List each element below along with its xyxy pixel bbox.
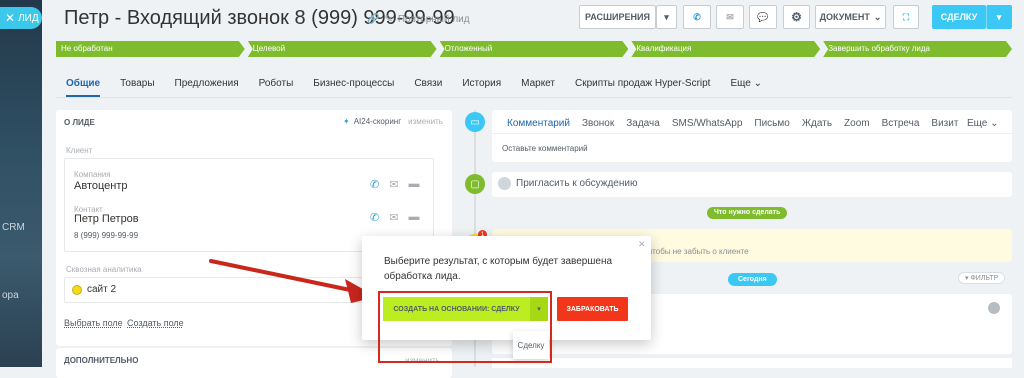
sparkle-icon: ✦	[343, 117, 350, 126]
select-field-link[interactable]: Выбрать поле	[64, 318, 123, 328]
chat-icon[interactable]: ▬	[408, 178, 419, 191]
tab-history[interactable]: История	[462, 78, 501, 89]
stage-item[interactable]: Не обработан	[56, 41, 245, 57]
editor-tab-more[interactable]: Еще ⌄	[967, 118, 999, 129]
analytics-value: сайт 2	[87, 284, 117, 295]
phone-icon[interactable]: ✆	[683, 5, 711, 29]
filter-label: ФИЛЬТР	[970, 275, 999, 282]
sidebar-partial-label[interactable]: ора	[2, 290, 19, 301]
today-badge: Сегодня	[728, 273, 777, 286]
app-sidebar	[0, 0, 42, 367]
tab-robots[interactable]: Роботы	[259, 78, 294, 89]
chevron-down-icon: ⌄	[990, 118, 999, 129]
scoring-block: ✦ AI24-скоринг изменить	[343, 117, 443, 126]
comment-input[interactable]: Оставьте комментарий	[502, 144, 588, 153]
contact-phone[interactable]: 8 (999) 999-99-99	[74, 231, 138, 240]
todo-text: чтобы не забыть о клиенте	[648, 247, 749, 256]
tab-general[interactable]: Общие	[66, 78, 101, 97]
lead-tab-label: ЛИД	[18, 12, 39, 24]
activity-item	[492, 357, 1012, 368]
comment-icon: ▭	[465, 112, 485, 132]
filter-icon: ▾	[965, 275, 969, 282]
create-deal-button[interactable]: СДЕЛКУ	[932, 5, 986, 29]
close-icon[interactable]: ✕	[5, 11, 15, 25]
gear-icon[interactable]: ⚙	[783, 5, 810, 29]
scoring-label[interactable]: AI24-скоринг	[354, 117, 401, 126]
chat-icon[interactable]: ▬	[408, 211, 419, 224]
lead-slider-tab[interactable]: ✕ ЛИД	[0, 7, 42, 29]
tab-offers[interactable]: Предложения	[175, 78, 239, 89]
tab-more-label: Еще	[730, 78, 751, 89]
edit-link[interactable]: изменить	[408, 117, 443, 126]
company-label: Компания	[74, 170, 111, 179]
extensions-button[interactable]: РАСШИРЕНИЯ	[579, 5, 656, 29]
main-tabs: Общие Товары Предложения Роботы Бизнес-п…	[66, 78, 762, 97]
title-tools: 🔗 ✎ Повторный лид	[367, 14, 470, 25]
document-button[interactable]: ДОКУМЕНТ ⌄	[815, 5, 886, 29]
chevron-down-icon: ⌄	[873, 11, 882, 22]
company-value[interactable]: Автоцентр	[74, 180, 128, 192]
client-label: Клиент	[66, 146, 93, 155]
analytics-label: Сквозная аналитика	[66, 265, 142, 274]
editor-tab-email[interactable]: Письмо	[754, 118, 789, 129]
tab-business-processes[interactable]: Бизнес-процессы	[313, 78, 394, 89]
editor-divider	[492, 133, 1012, 134]
editor-tab-comment[interactable]: Комментарий	[507, 118, 570, 129]
link-icon[interactable]: 🔗	[367, 14, 379, 25]
stage-item[interactable]: Квалификация	[631, 41, 820, 57]
chat-icon: ▢	[465, 174, 485, 194]
user-add-icon	[498, 177, 511, 190]
phone-icon[interactable]: ✆	[370, 178, 379, 191]
chevron-down-icon[interactable]: ▾	[656, 5, 677, 29]
close-icon[interactable]: ✕	[638, 239, 646, 250]
expand-icon[interactable]: ⛶	[893, 5, 919, 29]
annotation-highlight-box	[378, 291, 552, 363]
tab-links[interactable]: Связи	[414, 78, 442, 89]
repeat-lead-label: Повторный лид	[397, 14, 470, 25]
editor-tab-sms[interactable]: SMS/WhatsApp	[672, 118, 743, 129]
mail-icon[interactable]: ✉	[389, 178, 398, 191]
tab-products[interactable]: Товары	[120, 78, 154, 89]
invite-text: Пригласить к обсуждению	[516, 178, 638, 189]
tabs-divider	[56, 97, 1012, 98]
stage-item[interactable]: Отложенный	[440, 41, 629, 57]
avatar-icon	[988, 302, 1000, 314]
editor-tabs: Комментарий Звонок Задача SMS/WhatsApp П…	[507, 118, 958, 129]
tab-market[interactable]: Маркет	[521, 78, 555, 89]
sidebar-crm-label[interactable]: CRM	[2, 222, 25, 233]
chevron-down-icon[interactable]: ▾	[986, 5, 1012, 29]
source-dot-icon	[72, 284, 82, 295]
stage-bar: Не обработан Целевой Отложенный Квалифик…	[56, 41, 1012, 57]
company-actions: ✆ ✉ ▬	[370, 178, 419, 191]
stage-item[interactable]: Целевой	[248, 41, 437, 57]
editor-tab-meeting[interactable]: Встреча	[882, 118, 920, 129]
mail-icon[interactable]: ✉	[389, 211, 398, 224]
todo-badge: Что нужно сделать	[707, 207, 788, 219]
document-label: ДОКУМЕНТ	[819, 12, 870, 22]
editor-tab-wait[interactable]: Ждать	[802, 118, 832, 129]
additional-heading: ДОПОЛНИТЕЛЬНО	[64, 356, 139, 365]
reject-button[interactable]: ЗАБРАКОВАТЬ	[557, 297, 628, 321]
contact-value[interactable]: Петр Петров	[74, 213, 139, 225]
editor-tab-task[interactable]: Задача	[626, 118, 660, 129]
editor-tab-zoom[interactable]: Zoom	[844, 118, 870, 129]
tab-scripts[interactable]: Скрипты продаж Hyper-Script	[575, 78, 710, 89]
chat-icon[interactable]: 💬	[749, 5, 777, 29]
tab-more[interactable]: Еще ⌄	[730, 78, 762, 89]
popup-text: Выберите результат, с которым будет заве…	[384, 256, 613, 282]
about-heading: О ЛИДЕ	[64, 118, 95, 127]
chevron-down-icon: ⌄	[753, 78, 762, 89]
phone-icon[interactable]: ✆	[370, 211, 379, 224]
stage-item[interactable]: Завершить обработку лида	[823, 41, 1012, 57]
editor-tab-call[interactable]: Звонок	[582, 118, 614, 129]
contact-actions: ✆ ✉ ▬	[370, 211, 419, 224]
analytics-item: сайт 2	[72, 284, 116, 295]
edit-icon[interactable]: ✎	[384, 14, 392, 25]
filter-button[interactable]: ▾ ФИЛЬТР	[958, 272, 1006, 284]
editor-tab-more-label: Еще	[967, 118, 988, 129]
invite-content: Пригласить к обсуждению	[498, 177, 637, 190]
create-field-link[interactable]: Создать поле	[127, 318, 184, 328]
editor-tab-visit[interactable]: Визит	[931, 118, 958, 129]
mail-icon[interactable]: ✉	[716, 5, 744, 29]
